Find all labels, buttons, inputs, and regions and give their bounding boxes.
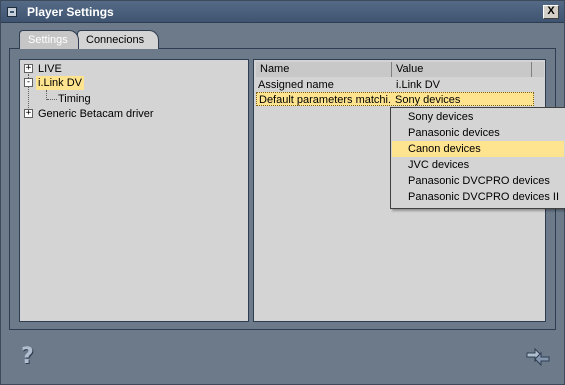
dropdown-option[interactable]: Sony devices xyxy=(392,109,564,125)
title-bar[interactable]: Player Settings X xyxy=(1,1,564,23)
dropdown-option[interactable]: Panasonic DVCPRO devices xyxy=(392,173,564,189)
device-tree[interactable]: + LIVE - i.Link DV Timing + Generic Beta… xyxy=(19,59,249,322)
dropdown-option[interactable]: JVC devices xyxy=(392,157,564,173)
player-settings-window: Player Settings X Settings Connecions + … xyxy=(0,0,565,385)
window-menu-icon[interactable] xyxy=(7,7,17,17)
grid-header: Name Value xyxy=(256,62,544,77)
tree-item-label: LIVE xyxy=(38,63,62,75)
table-row-selected[interactable]: Default parameters matchi... Sony device… xyxy=(256,92,534,106)
collapse-icon[interactable]: - xyxy=(24,78,33,87)
expand-icon[interactable]: + xyxy=(24,109,33,118)
transfer-icon[interactable] xyxy=(525,347,551,367)
dropdown-option[interactable]: Panasonic devices xyxy=(392,125,564,141)
dropdown-option[interactable]: Panasonic DVCPRO devices II xyxy=(392,189,564,205)
window-title: Player Settings xyxy=(27,5,114,19)
tab-connections[interactable]: Connecions xyxy=(77,30,159,49)
tab-connections-label: Connecions xyxy=(86,34,145,46)
dropdown-option-highlighted[interactable]: Canon devices xyxy=(392,141,564,157)
cell-name: Default parameters matchi... xyxy=(259,94,391,106)
tree-item-label: i.Link DV xyxy=(36,76,85,90)
column-header-name[interactable]: Name xyxy=(256,62,392,77)
cell-value: i.Link DV xyxy=(396,79,441,91)
column-header-filler xyxy=(532,62,544,77)
tab-settings[interactable]: Settings xyxy=(19,30,79,49)
column-header-value[interactable]: Value xyxy=(392,62,532,77)
table-row[interactable]: Assigned name i.Link DV xyxy=(256,78,534,92)
help-icon[interactable]: ? xyxy=(21,346,39,368)
cell-value-dropdown[interactable]: Sony devices xyxy=(393,93,531,107)
close-button[interactable]: X xyxy=(543,5,559,19)
cell-name: Assigned name xyxy=(258,79,334,91)
tab-settings-label: Settings xyxy=(28,34,68,46)
tree-item-label: Generic Betacam driver xyxy=(38,108,154,120)
expand-icon[interactable]: + xyxy=(24,64,33,73)
tree-item-label: Timing xyxy=(58,93,91,105)
value-dropdown-list[interactable]: Sony devices Panasonic devices Canon dev… xyxy=(390,107,565,209)
